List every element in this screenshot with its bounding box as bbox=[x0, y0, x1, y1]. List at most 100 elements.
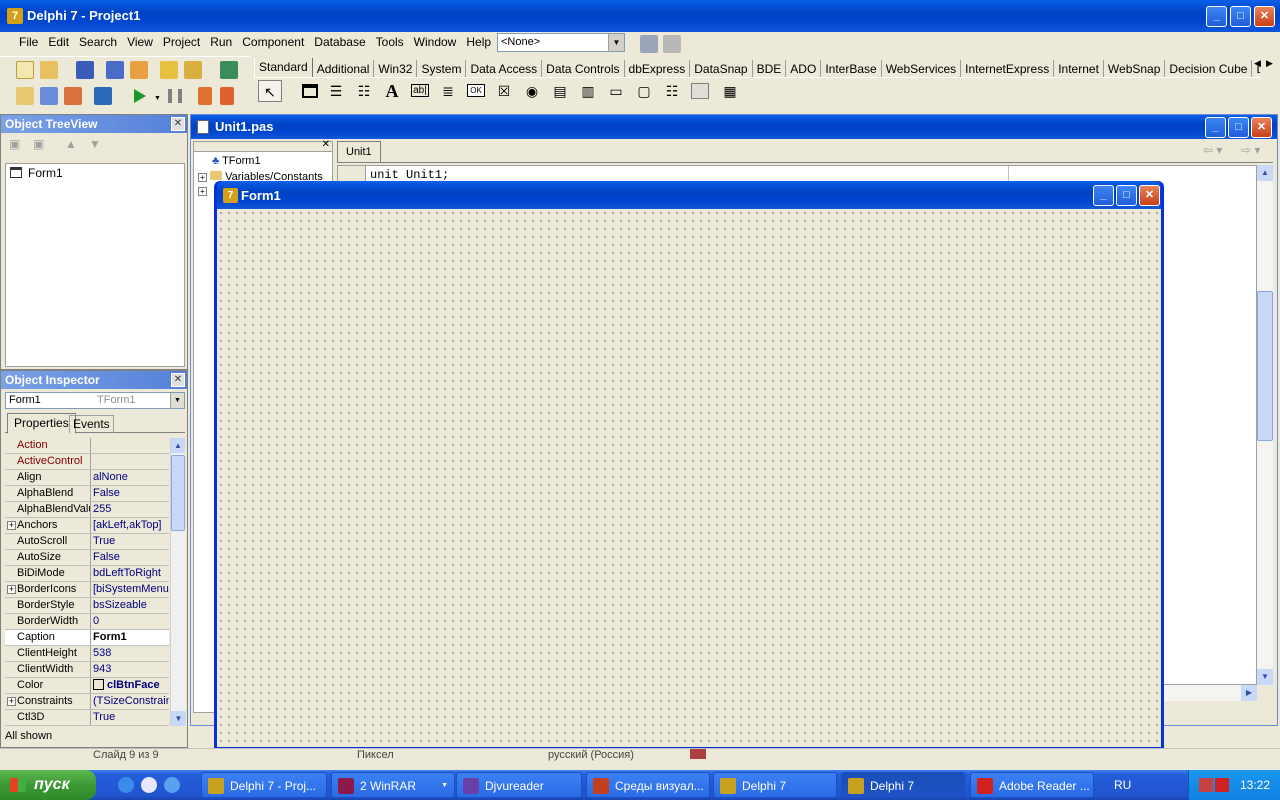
property-row[interactable]: BorderStyle bsSizeable bbox=[5, 598, 169, 614]
property-value[interactable]: Form1 bbox=[91, 630, 169, 645]
property-value[interactable]: True bbox=[91, 710, 169, 725]
new-item-icon[interactable]: ▣ bbox=[9, 137, 20, 151]
palette-tab-decision-cube[interactable]: Decision Cube bbox=[1165, 60, 1253, 77]
taskbar-item[interactable]: Delphi 7 - Proj... bbox=[201, 772, 327, 798]
expand-icon[interactable]: + bbox=[198, 187, 207, 196]
object-selector[interactable]: Form1 TForm1 ▼ bbox=[5, 392, 185, 409]
property-row[interactable]: ClientWidth 943 bbox=[5, 662, 169, 678]
popup-menu-icon[interactable]: ☷ bbox=[352, 80, 376, 102]
property-value[interactable]: False bbox=[91, 550, 169, 565]
editor-maximize-button[interactable]: □ bbox=[1228, 117, 1249, 138]
taskbar-item[interactable]: Adobe Reader ... bbox=[970, 772, 1094, 798]
property-row[interactable]: Action bbox=[5, 438, 169, 454]
maximize-button[interactable]: □ bbox=[1230, 6, 1251, 27]
panel-icon[interactable] bbox=[688, 80, 712, 102]
new-icon[interactable] bbox=[16, 61, 34, 79]
property-row[interactable]: + BorderIcons [biSystemMenu, bbox=[5, 582, 169, 598]
scroll-up-icon[interactable]: ▲ bbox=[1257, 165, 1273, 181]
config-combo[interactable]: <None> ▼ bbox=[497, 33, 625, 52]
edit-icon[interactable]: ab| bbox=[408, 80, 432, 102]
inspector-close-icon[interactable]: ✕ bbox=[171, 373, 185, 387]
taskbar-item[interactable]: Среды визуал... bbox=[586, 772, 710, 798]
menu-search[interactable]: Search bbox=[74, 32, 122, 52]
property-row[interactable]: ClientHeight 538 bbox=[5, 646, 169, 662]
listbox-icon[interactable]: ▤ bbox=[548, 80, 572, 102]
tab-events[interactable]: Events bbox=[69, 415, 114, 433]
new-form-icon[interactable] bbox=[94, 87, 112, 105]
scrollbar-icon[interactable]: ▭ bbox=[604, 80, 628, 102]
view-unit-icon[interactable] bbox=[16, 87, 34, 105]
scroll-right-icon[interactable]: ▶ bbox=[1241, 685, 1257, 701]
property-value[interactable]: True bbox=[91, 534, 169, 549]
property-row[interactable]: Color clBtnFace bbox=[5, 678, 169, 694]
expand-icon[interactable]: + bbox=[7, 697, 16, 706]
property-value[interactable]: 538 bbox=[91, 646, 169, 661]
explorer-node-tform1[interactable]: ♣ TForm1 bbox=[212, 155, 261, 167]
tree-node-form1[interactable]: Form1 bbox=[10, 166, 63, 180]
property-value[interactable]: False bbox=[91, 486, 169, 501]
menu-file[interactable]: File bbox=[14, 32, 43, 52]
property-value[interactable]: bdLeftToRight bbox=[91, 566, 169, 581]
palette-tab-win32[interactable]: Win32 bbox=[374, 60, 418, 77]
pause-icon[interactable] bbox=[168, 89, 182, 103]
taskbar-item[interactable]: Djvureader bbox=[456, 772, 582, 798]
step-over-icon[interactable] bbox=[220, 87, 234, 105]
property-row[interactable]: AlphaBlend False bbox=[5, 486, 169, 502]
property-value[interactable]: alNone bbox=[91, 470, 169, 485]
palette-tab-data-access[interactable]: Data Access bbox=[466, 60, 543, 77]
trace-into-icon[interactable] bbox=[198, 87, 212, 105]
property-value[interactable]: (TSizeConstrain bbox=[91, 694, 169, 709]
run-icon[interactable] bbox=[134, 89, 146, 103]
button-icon[interactable]: OK bbox=[464, 80, 488, 102]
property-value[interactable] bbox=[91, 454, 169, 469]
close-button[interactable]: ✕ bbox=[1254, 6, 1275, 27]
property-row[interactable]: BiDiMode bdLeftToRight bbox=[5, 566, 169, 582]
remove-file-icon[interactable] bbox=[184, 61, 202, 79]
editor-vscroll[interactable]: ▲ ▼ bbox=[1257, 165, 1273, 685]
form-client-area[interactable] bbox=[217, 209, 1161, 747]
palette-tab-ado[interactable]: ADO bbox=[786, 60, 822, 77]
scroll-down-icon[interactable]: ▼ bbox=[1257, 669, 1273, 685]
expand-icon[interactable]: + bbox=[7, 521, 16, 530]
property-row[interactable]: ActiveControl bbox=[5, 454, 169, 470]
menu-database[interactable]: Database bbox=[309, 32, 370, 52]
explorer-close-icon[interactable]: ✕ bbox=[322, 139, 330, 150]
nav-back-icon[interactable]: ⇦ ▾ bbox=[1203, 143, 1222, 157]
form-close-button[interactable]: ✕ bbox=[1139, 185, 1160, 206]
property-row[interactable]: Caption Form1 bbox=[5, 630, 169, 646]
nav-forward-icon[interactable]: ⇨ ▾ bbox=[1241, 143, 1260, 157]
form-minimize-button[interactable]: _ bbox=[1093, 185, 1114, 206]
palette-tab-interbase[interactable]: InterBase bbox=[821, 60, 882, 77]
treeview-close-icon[interactable]: ✕ bbox=[171, 117, 185, 131]
palette-tab-websnap[interactable]: WebSnap bbox=[1104, 60, 1166, 77]
palette-tab-bde[interactable]: BDE bbox=[753, 60, 787, 77]
checkbox-icon[interactable]: ☒ bbox=[492, 80, 516, 102]
property-value[interactable]: [akLeft,akTop] bbox=[91, 518, 169, 533]
chevron-down-icon[interactable]: ▼ bbox=[170, 393, 184, 408]
tray-icon[interactable] bbox=[1199, 778, 1213, 792]
editor-close-button[interactable]: ✕ bbox=[1251, 117, 1272, 138]
palette-tab-webservices[interactable]: WebServices bbox=[882, 60, 962, 77]
property-value[interactable]: clBtnFace bbox=[91, 678, 169, 693]
property-value[interactable]: 943 bbox=[91, 662, 169, 677]
frames-icon[interactable] bbox=[298, 80, 322, 102]
actionlist-icon[interactable]: ▦ bbox=[718, 80, 742, 102]
inspector-scrollbar[interactable]: ▲ ▼ bbox=[170, 438, 186, 726]
property-value[interactable]: 255 bbox=[91, 502, 169, 517]
menu-tools[interactable]: Tools bbox=[371, 32, 409, 52]
save-all-icon[interactable] bbox=[106, 61, 124, 79]
arrow-down-icon[interactable]: ▼ bbox=[89, 137, 101, 151]
property-value[interactable]: 0 bbox=[91, 614, 169, 629]
memo-icon[interactable]: ≣ bbox=[436, 80, 460, 102]
help-book-icon[interactable] bbox=[220, 61, 238, 79]
property-row[interactable]: Ctl3D True bbox=[5, 710, 169, 726]
palette-tab-internetexpress[interactable]: InternetExpress bbox=[961, 60, 1055, 77]
open-icon[interactable] bbox=[40, 61, 58, 79]
view-form-icon[interactable] bbox=[40, 87, 58, 105]
browser-icon[interactable] bbox=[164, 777, 180, 793]
menu-view[interactable]: View bbox=[122, 32, 158, 52]
expand-icon[interactable]: + bbox=[198, 173, 207, 182]
pointer-icon[interactable]: ↖ bbox=[258, 80, 282, 102]
open-project-icon[interactable] bbox=[130, 61, 148, 79]
menu-project[interactable]: Project bbox=[158, 32, 205, 52]
